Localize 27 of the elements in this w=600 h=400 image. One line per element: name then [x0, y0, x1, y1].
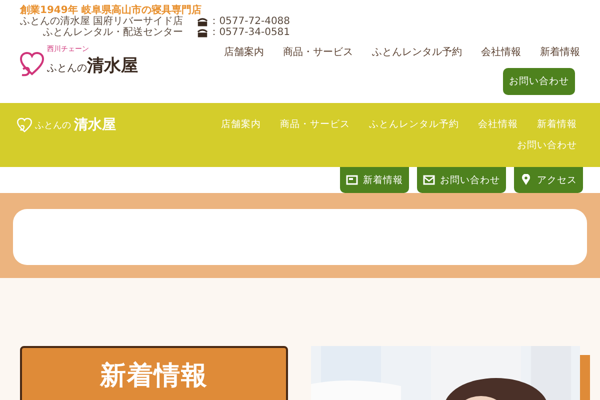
- nav-link[interactable]: ふとんレンタル予約: [372, 45, 462, 59]
- contact-button[interactable]: お問い合わせ: [503, 68, 575, 95]
- logo-icon: [20, 52, 44, 77]
- tagline: 創業1949年 岐阜県高山市の寝具専門店: [20, 5, 202, 16]
- quick-link[interactable]: お問い合わせ: [417, 167, 506, 193]
- envelope-icon: [423, 174, 435, 186]
- logo-text: 清水屋: [74, 116, 116, 134]
- nav-link[interactable]: 商品・サービス: [283, 45, 353, 59]
- nav-link[interactable]: 新着情報: [540, 45, 580, 59]
- pin-icon: [520, 174, 532, 186]
- store-name: ふとんレンタル・配送センター: [42, 27, 184, 38]
- logo-text: ふとんの: [35, 120, 71, 132]
- logo-text: 清水屋: [87, 55, 138, 77]
- logo-icon: [17, 117, 32, 133]
- phone-number: ：0577-72-4088: [209, 16, 290, 27]
- newspaper-icon: [346, 174, 358, 186]
- phone-icon: [197, 16, 208, 26]
- phone-icon: [197, 28, 208, 38]
- nav-link[interactable]: 店舗案内: [224, 45, 264, 59]
- quick-link[interactable]: 新着情報: [340, 167, 409, 193]
- store-name: ふとんの清水屋 国府リバーサイド店: [20, 16, 184, 27]
- quick-link[interactable]: アクセス: [514, 167, 583, 193]
- accent-stripe: [580, 355, 590, 400]
- logo-text: ふとんの: [47, 62, 87, 75]
- section-heading: 新着情報: [20, 346, 288, 400]
- nav-link[interactable]: 会社情報: [481, 45, 521, 59]
- phone-number: ：0577-34-0581: [209, 27, 290, 38]
